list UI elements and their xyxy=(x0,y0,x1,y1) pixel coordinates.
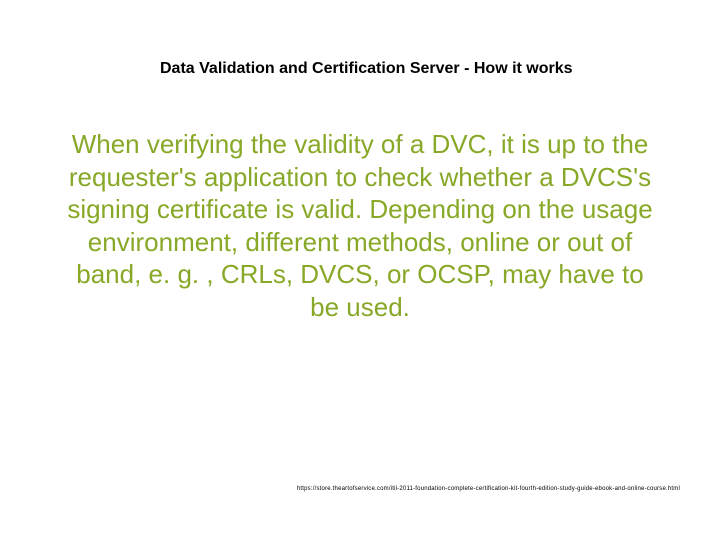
slide-title: Data Validation and Certification Server… xyxy=(40,60,680,78)
slide-container: Data Validation and Certification Server… xyxy=(0,0,720,540)
footer-source-url: https://store.theartofservice.com/itil-2… xyxy=(40,486,680,492)
slide-body-text: When verifying the validity of a DVC, it… xyxy=(40,128,680,323)
